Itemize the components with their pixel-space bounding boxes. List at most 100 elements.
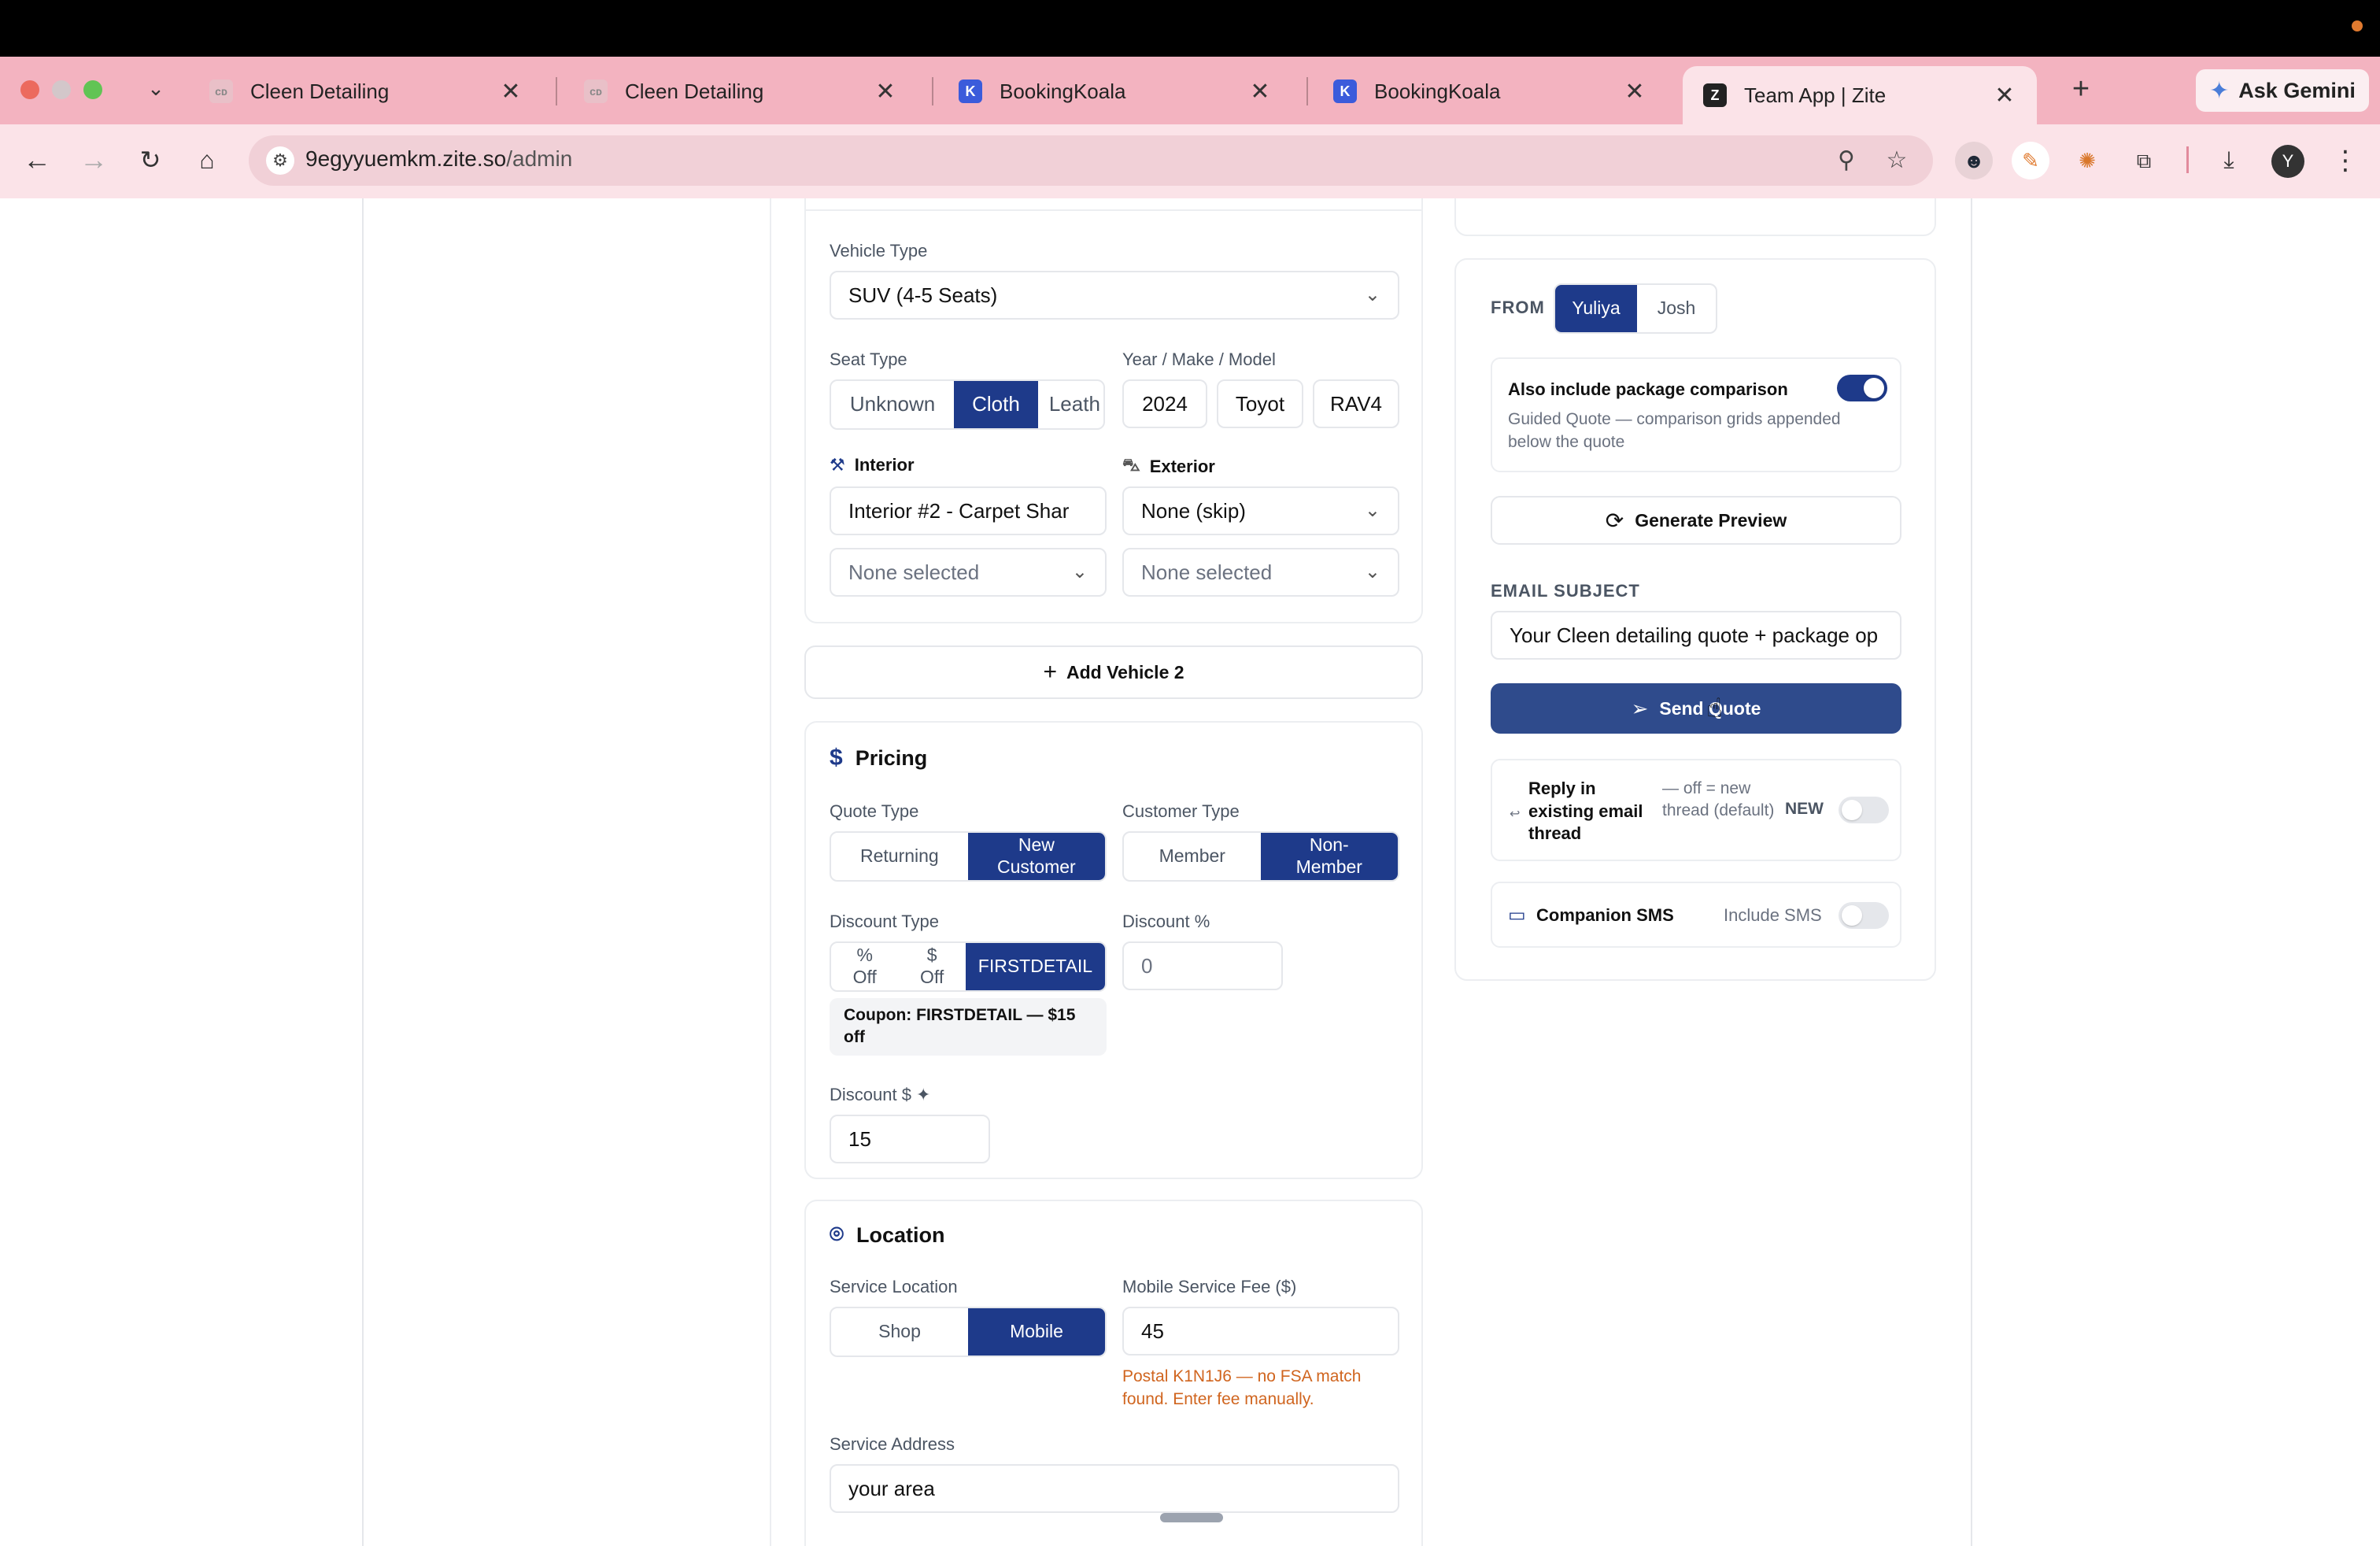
page-frame-left-border	[362, 198, 364, 1546]
home-icon[interactable]: ⌂	[187, 140, 227, 179]
exterior-addon-value: None selected	[1141, 560, 1273, 584]
forward-arrow-icon[interactable]: →	[74, 140, 113, 179]
reply-thread-box: ↩ Reply in existing email thread — off =…	[1491, 759, 1901, 861]
service-location-segmented: Shop Mobile	[830, 1307, 1107, 1357]
generate-preview-button[interactable]: ⟳ Generate Preview	[1491, 496, 1901, 545]
send-quote-card: FROM Yuliya Josh Also include package co…	[1454, 258, 1936, 981]
browser-tab-bookingkoala-2[interactable]: K BookingKoala ✕	[1313, 66, 1667, 117]
discount-dollar-input[interactable]: 15	[830, 1115, 990, 1163]
bookingkoala-favicon-icon: K	[1333, 80, 1357, 103]
vehicle-type-select[interactable]: SUV (4-5 Seats) ⌄	[830, 271, 1399, 320]
extensions-puzzle-icon[interactable]: ⧉	[2125, 142, 2163, 179]
reply-thread-toggle[interactable]	[1839, 797, 1889, 823]
discount-type-dollar-off[interactable]: $ Off	[898, 943, 965, 990]
email-subject-input[interactable]: Your Cleen detailing quote + package op	[1491, 611, 1901, 660]
bookingkoala-favicon-icon: K	[959, 80, 982, 103]
customer-type-member[interactable]: Member	[1124, 833, 1261, 880]
ask-gemini-label: Ask Gemini	[2238, 78, 2356, 102]
quote-type-returning[interactable]: Returning	[831, 833, 968, 880]
exterior-package-select[interactable]: None (skip) ⌄	[1122, 486, 1399, 535]
include-sms-toggle[interactable]	[1839, 902, 1889, 929]
back-arrow-icon[interactable]: ←	[17, 140, 57, 179]
zite-favicon-icon: Z	[1703, 83, 1727, 107]
service-location-mobile[interactable]: Mobile	[968, 1308, 1105, 1356]
year-input[interactable]: 2024	[1122, 379, 1207, 428]
interior-package-select[interactable]: Interior #2 - Carpet Shar	[830, 486, 1107, 535]
email-subject-label: EMAIL SUBJECT	[1491, 581, 1640, 601]
package-comparison-toggle[interactable]	[1837, 375, 1887, 401]
exterior-label: Exterior	[1149, 456, 1215, 476]
extension-sunburst-icon[interactable]: ✺	[2068, 142, 2106, 179]
discount-type-percent-off[interactable]: % Off	[831, 943, 898, 990]
tab-close-icon[interactable]: ✕	[1993, 82, 2016, 109]
quote-type-new-customer[interactable]: New Customer	[967, 833, 1105, 880]
tab-close-icon[interactable]: ✕	[874, 78, 897, 105]
customer-type-label: Customer Type	[1122, 801, 1240, 821]
postal-warning: Postal K1N1J6 — no FSA match found. Ente…	[1122, 1367, 1362, 1409]
service-location-shop[interactable]: Shop	[831, 1308, 968, 1356]
browser-tab-bookingkoala-1[interactable]: K BookingKoala ✕	[938, 66, 1292, 117]
url-text[interactable]: 9egyyuemkm.zite.so/admin	[305, 146, 572, 172]
interior-addon-select[interactable]: None selected ⌄	[830, 548, 1107, 597]
dollar-icon: $	[830, 745, 843, 771]
from-josh[interactable]: Josh	[1637, 285, 1716, 332]
browser-menu-icon[interactable]: ⋮	[2330, 142, 2361, 179]
make-input[interactable]: Toyot	[1217, 379, 1303, 428]
admin-page: Vehicle Type SUV (4-5 Seats) ⌄ Seat Type…	[0, 198, 2380, 1546]
downloads-icon[interactable]: ⤓	[2210, 142, 2248, 179]
reply-thread-title: Reply in existing email thread	[1528, 779, 1643, 844]
tab-close-icon[interactable]: ✕	[1623, 78, 1646, 105]
horizontal-scrollbar-thumb[interactable]	[1160, 1513, 1223, 1522]
window-minimize-button[interactable]	[52, 80, 71, 99]
tab-title: BookingKoala	[1000, 79, 1126, 103]
tab-separator	[932, 77, 933, 105]
seat-option-leather[interactable]: Leath	[1038, 381, 1103, 428]
window-close-button[interactable]	[20, 80, 39, 99]
ask-gemini-button[interactable]: ✦ Ask Gemini	[2196, 69, 2369, 112]
browser-tab-cleen-1[interactable]: ᴄᴅ Cleen Detailing ✕	[189, 66, 543, 117]
seat-option-unknown[interactable]: Unknown	[831, 381, 954, 428]
wrench-icon: ⚒	[830, 455, 845, 475]
profile-avatar[interactable]: Y	[2271, 145, 2304, 178]
send-quote-button[interactable]: ➢ Send Quote	[1491, 683, 1901, 734]
seat-option-cloth[interactable]: Cloth	[954, 381, 1038, 428]
service-address-input[interactable]: your area	[830, 1464, 1399, 1513]
from-yuliya[interactable]: Yuliya	[1555, 285, 1637, 332]
from-label: FROM	[1491, 298, 1545, 317]
tab-close-icon[interactable]: ✕	[499, 78, 523, 105]
coupon-note: Coupon: FIRSTDETAIL — $15 off	[830, 998, 1107, 1056]
tab-title: Cleen Detailing	[625, 79, 764, 103]
zoom-icon[interactable]: ⚲	[1831, 145, 1862, 176]
mobile-fee-input[interactable]: 45	[1122, 1307, 1399, 1356]
interior-heading: ⚒ Interior	[830, 455, 915, 475]
browser-tab-cleen-2[interactable]: ᴄᴅ Cleen Detailing ✕	[564, 66, 918, 117]
new-tab-plus-icon[interactable]: +	[2065, 74, 2097, 105]
exterior-addon-select[interactable]: None selected ⌄	[1122, 548, 1399, 597]
plus-icon: +	[1043, 659, 1057, 685]
gemini-sparkle-icon: ✦	[2209, 77, 2230, 104]
year-make-model-label: Year / Make / Model	[1122, 350, 1276, 369]
browser-tab-zite-active[interactable]: Z Team App | Zite ✕	[1683, 66, 2037, 124]
chevron-down-icon: ⌄	[1364, 284, 1380, 305]
location-card: ⌾ Location Service Location Shop Mobile …	[804, 1200, 1423, 1546]
cleen-favicon-icon: ᴄᴅ	[209, 80, 233, 103]
window-maximize-button[interactable]	[83, 80, 102, 99]
companion-sms-title: Companion SMS	[1536, 905, 1674, 925]
bookmark-star-icon[interactable]: ☆	[1881, 145, 1913, 176]
mobile-fee-label: Mobile Service Fee ($)	[1122, 1277, 1297, 1296]
reload-icon[interactable]: ↻	[131, 140, 170, 179]
discount-type-firstdetail[interactable]: FIRSTDETAIL	[965, 943, 1105, 990]
exterior-package-value: None (skip)	[1141, 498, 1246, 523]
site-settings-icon[interactable]: ⚙	[266, 146, 294, 175]
car-icon: ⛍	[1122, 455, 1140, 475]
add-vehicle-button[interactable]: + Add Vehicle 2	[804, 645, 1423, 699]
customer-type-non-member[interactable]: Non-Member	[1260, 833, 1398, 880]
extension-brush-icon[interactable]: ✎	[2012, 142, 2049, 179]
tab-close-icon[interactable]: ✕	[1248, 78, 1272, 105]
discount-percent-input[interactable]: 0	[1122, 941, 1283, 990]
extension-avatar-icon[interactable]: ☻	[1955, 142, 1993, 179]
model-input[interactable]: RAV4	[1313, 379, 1399, 428]
tab-search-chevron-icon[interactable]: ⌄	[143, 76, 168, 101]
chevron-down-icon: ⌄	[1364, 561, 1380, 583]
os-menu-bar	[0, 0, 2380, 57]
